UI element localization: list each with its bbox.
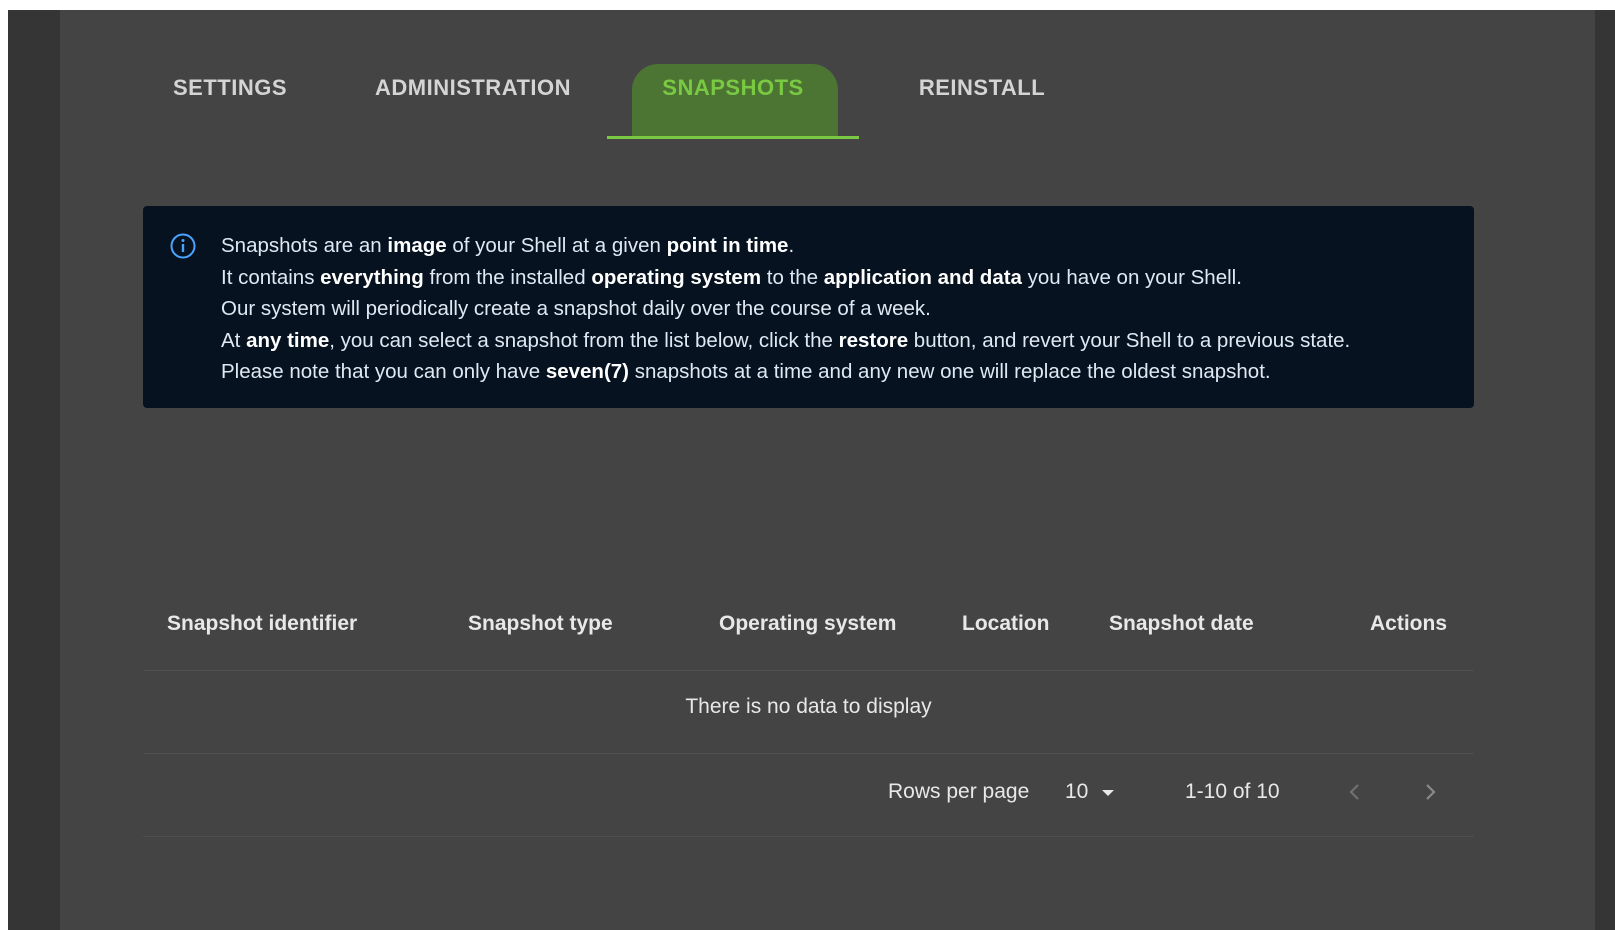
previous-page-button[interactable] (1341, 778, 1369, 806)
info-emphasis: everything (320, 265, 424, 289)
info-emphasis: application and data (823, 265, 1022, 289)
column-header-operating-system: Operating system (719, 612, 897, 635)
empty-state-message: There is no data to display (685, 695, 932, 718)
info-emphasis: any time (246, 328, 330, 352)
info-text: to the (761, 265, 824, 289)
info-message: Snapshots are an image of your Shell at … (221, 230, 1454, 388)
caret-down-icon (1102, 790, 1115, 796)
column-header-snapshot-date: Snapshot date (1109, 612, 1254, 635)
column-header-snapshot-type: Snapshot type (468, 612, 613, 635)
tab-bar: SETTINGS ADMINISTRATION SNAPSHOTS REINST… (60, 50, 1595, 140)
tab-administration[interactable]: ADMINISTRATION (366, 50, 580, 126)
pagination-range: 1-10 of 10 (1185, 780, 1280, 803)
info-text: button, and revert your Shell to a previ… (908, 328, 1351, 352)
column-header-location: Location (962, 612, 1050, 635)
chevron-left-icon (1349, 784, 1359, 800)
tab-settings[interactable]: SETTINGS (144, 50, 316, 126)
info-text: you have on your Shell. (1021, 265, 1242, 289)
info-line: Snapshots are an image of your Shell at … (221, 230, 1454, 262)
info-text: snapshots at a time and any new one will… (629, 360, 1271, 383)
info-line: Our system will periodically create a sn… (221, 293, 1454, 325)
info-text: from the installed (423, 265, 592, 289)
info-line: At any time, you can select a snapshot f… (221, 325, 1454, 357)
column-header-actions: Actions (1370, 612, 1448, 635)
info-text: . (788, 234, 795, 257)
info-text: Snapshots are an (221, 234, 388, 257)
table-empty-row: There is no data to display (143, 671, 1474, 754)
info-text: At (221, 328, 247, 352)
info-emphasis: restore (838, 328, 909, 352)
chevron-right-icon (1426, 784, 1436, 800)
info-text: It contains (221, 265, 321, 289)
active-tab-indicator (607, 136, 859, 139)
info-text: Our system will periodically create a sn… (221, 297, 931, 320)
info-text: of your Shell at a given (446, 234, 667, 257)
column-header-snapshot-identifier: Snapshot identifier (167, 612, 358, 635)
page-frame: SETTINGS ADMINISTRATION SNAPSHOTS REINST… (8, 10, 1615, 930)
info-line: It contains everything from the installe… (221, 262, 1454, 294)
table-header-row: Snapshot identifier Snapshot type Operat… (143, 600, 1474, 671)
snapshots-info-alert: Snapshots are an image of your Shell at … (143, 206, 1474, 408)
info-emphasis: operating system (591, 265, 762, 289)
rows-per-page-value: 10 (1065, 780, 1089, 803)
info-line: Please note that you can only have seven… (221, 356, 1454, 388)
rows-per-page-label: Rows per page (888, 780, 1030, 803)
tab-snapshots[interactable]: SNAPSHOTS (620, 50, 846, 126)
info-circle-icon (170, 233, 196, 259)
info-text: , you can select a snapshot from the lis… (329, 328, 839, 352)
next-page-button[interactable] (1416, 778, 1444, 806)
table-pagination: Rows per page 10 1-10 of 10 (143, 754, 1474, 837)
shell-settings-panel: SETTINGS ADMINISTRATION SNAPSHOTS REINST… (60, 10, 1595, 930)
rows-per-page-select[interactable]: 10 (1065, 780, 1115, 804)
tab-reinstall[interactable]: REINSTALL (896, 50, 1068, 126)
info-emphasis: point in time (666, 234, 789, 257)
info-emphasis: image (387, 234, 447, 257)
info-text: Please note that you can only have (221, 360, 546, 383)
info-emphasis: seven(7) (545, 360, 629, 383)
